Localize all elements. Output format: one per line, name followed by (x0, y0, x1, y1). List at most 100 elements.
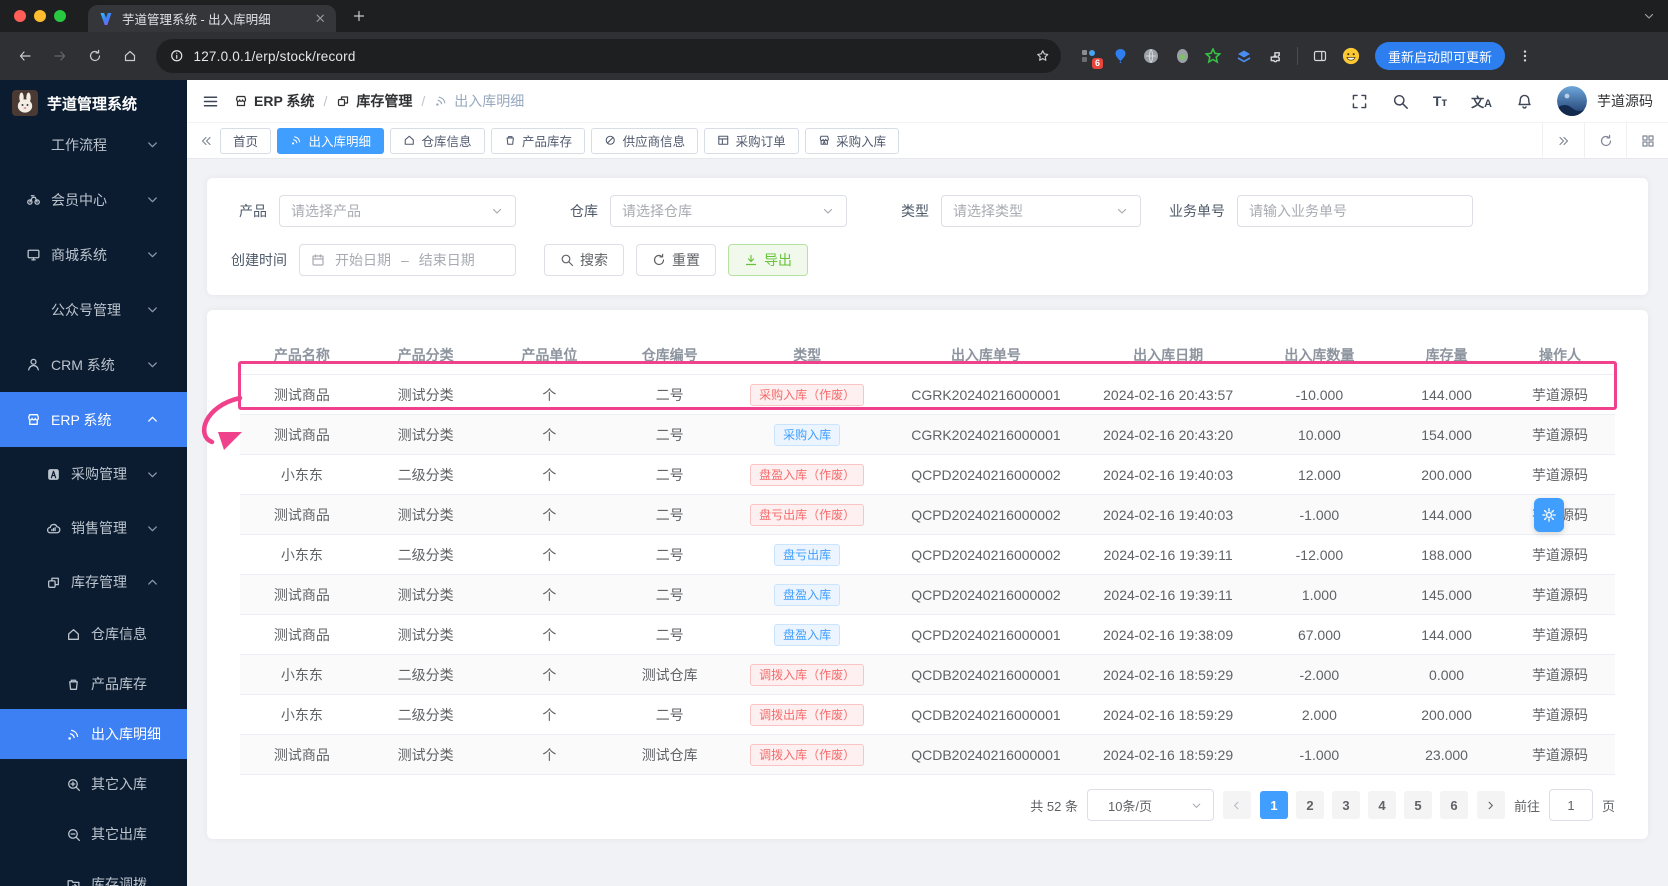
prev-page-button[interactable] (1223, 791, 1251, 819)
table-row[interactable]: 测试商品测试分类个二号盘盈入库QCPD202402160000022024-02… (240, 575, 1615, 615)
cell-product: 测试商品 (240, 625, 364, 645)
product-select[interactable]: 请选择产品 (279, 195, 516, 227)
reload-button[interactable] (80, 41, 110, 71)
table-row[interactable]: 测试商品测试分类个二号采购入库CGRK202402160000012024-02… (240, 415, 1615, 455)
breadcrumb-item-1[interactable]: 库存管理 (336, 91, 412, 111)
page-size-select[interactable]: 10条/页 (1087, 789, 1214, 821)
sidebar-logo[interactable]: 芋道管理系统 (0, 80, 187, 126)
date-range-picker[interactable]: 开始日期 – 结束日期 (299, 244, 516, 276)
font-size-icon[interactable]: Tт (1433, 93, 1447, 109)
page-button-3[interactable]: 3 (1332, 791, 1360, 819)
table-row[interactable]: 小东东二级分类个二号调拨出库（作废）QCDB202402160000012024… (240, 695, 1615, 735)
table-row[interactable]: 测试商品测试分类个测试仓库调拨入库（作废）QCDB202402160000012… (240, 735, 1615, 775)
tab-1[interactable]: 出入库明细 (277, 128, 384, 154)
column-header: 出入库日期 (1086, 345, 1251, 365)
fullscreen-icon[interactable] (1351, 93, 1368, 110)
tab-search-icon[interactable] (1642, 9, 1656, 23)
bizno-input[interactable] (1237, 195, 1473, 227)
table-row[interactable]: 测试商品测试分类个二号盘亏出库（作废）QCPD20240216000002202… (240, 495, 1615, 535)
home-button[interactable] (115, 41, 145, 71)
page-button-6[interactable]: 6 (1440, 791, 1468, 819)
maximize-window-button[interactable] (54, 10, 66, 22)
sidebar-item-14[interactable]: 库存调拨 (0, 859, 187, 886)
tab-actions-grid-icon[interactable] (1626, 123, 1668, 158)
username[interactable]: 芋道源码 (1597, 91, 1653, 111)
table-row[interactable]: 测试商品测试分类个二号盘盈入库QCPD202402160000012024-02… (240, 615, 1615, 655)
browser-update-button[interactable]: 重新启动即可更新 (1375, 42, 1505, 70)
sidebar-item-3[interactable]: 公众号管理 (0, 282, 187, 337)
back-button[interactable] (10, 41, 40, 71)
tab-4[interactable]: 供应商信息 (591, 128, 698, 154)
side-panel-icon[interactable] (1311, 47, 1329, 65)
cell-stock: 188.000 (1388, 547, 1505, 563)
sidebar-item-label: 出入库明细 (91, 724, 170, 744)
sidebar-item-9[interactable]: 仓库信息 (0, 609, 187, 659)
goto-page-input[interactable] (1549, 789, 1593, 821)
tab-0[interactable]: 首页 (220, 128, 271, 154)
search-button[interactable]: 搜索 (544, 244, 624, 276)
extension-star-icon[interactable] (1204, 47, 1222, 65)
translate-icon[interactable]: 文A (1471, 92, 1492, 111)
goto-label: 前往 (1514, 796, 1540, 815)
type-select[interactable]: 请选择类型 (941, 195, 1141, 227)
bookmark-star-icon[interactable] (1036, 49, 1050, 63)
tab-6[interactable]: 采购入库 (805, 128, 900, 154)
page-button-2[interactable]: 2 (1296, 791, 1324, 819)
table-row[interactable]: 小东东二级分类个测试仓库调拨入库（作废）QCDB2024021600000120… (240, 655, 1615, 695)
next-page-button[interactable] (1477, 791, 1505, 819)
address-bar[interactable]: 127.0.0.1/erp/stock/record (156, 39, 1061, 73)
sidebar-item-1[interactable]: 会员中心 (0, 172, 187, 227)
sidebar-item-2[interactable]: 商城系统 (0, 227, 187, 282)
page-button-5[interactable]: 5 (1404, 791, 1432, 819)
sidebar-item-4[interactable]: CRM 系统 (0, 337, 187, 392)
cell-product: 测试商品 (240, 745, 364, 765)
warehouse-select[interactable]: 请选择仓库 (610, 195, 847, 227)
profile-avatar[interactable] (1342, 47, 1360, 65)
theme-settings-button[interactable] (1534, 498, 1564, 532)
tab-3[interactable]: 产品库存 (491, 128, 586, 154)
cell-type: 采购入库（作废） (728, 384, 886, 406)
scroll-tabs-left-icon[interactable] (192, 134, 220, 148)
minimize-window-button[interactable] (34, 10, 46, 22)
sidebar-item-10[interactable]: 产品库存 (0, 659, 187, 709)
browser-tab[interactable]: 芋道管理系统 - 出入库明细 (88, 5, 336, 32)
user-avatar[interactable] (1557, 86, 1587, 116)
collapse-menu-icon[interactable] (202, 93, 219, 110)
breadcrumb-item-2[interactable]: 出入库明细 (434, 91, 524, 111)
breadcrumb-item-0[interactable]: ERP 系统 (234, 91, 314, 111)
sidebar-item-5[interactable]: ERP 系统 (0, 392, 187, 447)
sidebar-item-8[interactable]: 库存管理 (0, 555, 187, 609)
browser-menu-icon[interactable] (1518, 49, 1532, 63)
extension-layers-icon[interactable] (1235, 47, 1253, 65)
close-window-button[interactable] (14, 10, 26, 22)
sidebar-item-11[interactable]: 出入库明细 (0, 709, 187, 759)
table-row[interactable]: 测试商品测试分类个二号采购入库（作废）CGRK20240216000001202… (240, 375, 1615, 415)
extension-avocado-icon[interactable] (1173, 47, 1191, 65)
sidebar-item-13[interactable]: 其它出库 (0, 809, 187, 859)
table-row[interactable]: 小东东二级分类个二号盘亏出库QCPD202402160000022024-02-… (240, 535, 1615, 575)
extensions-puzzle-icon[interactable] (1266, 47, 1284, 65)
new-tab-button[interactable] (352, 9, 366, 23)
notification-bell-icon[interactable] (1516, 93, 1533, 110)
scroll-tabs-right-icon[interactable] (1542, 123, 1584, 158)
table-row[interactable]: 小东东二级分类个二号盘盈入库（作废）QCPD202402160000022024… (240, 455, 1615, 495)
export-button[interactable]: 导出 (728, 244, 808, 276)
extension-balloon-icon[interactable] (1111, 47, 1129, 65)
tab-2[interactable]: 仓库信息 (390, 128, 485, 154)
page-button-4[interactable]: 4 (1368, 791, 1396, 819)
extension-tag-manager-icon[interactable]: 6 (1080, 47, 1098, 65)
stock-out-icon (65, 827, 82, 842)
forward-button[interactable] (45, 41, 75, 71)
extension-globe-icon[interactable] (1142, 47, 1160, 65)
page-button-1[interactable]: 1 (1260, 791, 1288, 819)
sidebar-item-12[interactable]: 其它入库 (0, 759, 187, 809)
sidebar-item-7[interactable]: 销售管理 (0, 501, 187, 555)
cell-operator: 芋道源码 (1505, 585, 1615, 605)
reset-button[interactable]: 重置 (636, 244, 716, 276)
tab-5[interactable]: 采购订单 (704, 128, 799, 154)
search-icon[interactable] (1392, 93, 1409, 110)
close-tab-icon[interactable] (314, 12, 327, 25)
sidebar-item-6[interactable]: 采购管理 (0, 447, 187, 501)
site-info-icon[interactable] (170, 49, 184, 63)
refresh-tab-icon[interactable] (1584, 123, 1626, 158)
